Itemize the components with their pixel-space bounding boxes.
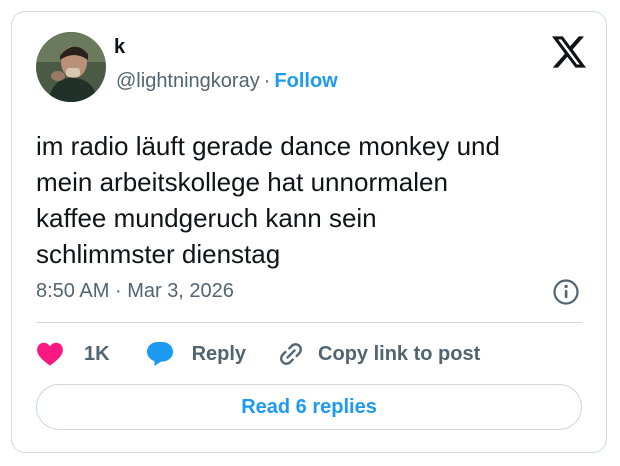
info-icon[interactable] — [552, 278, 580, 306]
author-handle-row: @lightningkoray · Follow — [116, 70, 338, 93]
tweet-time[interactable]: 8:50 AM — [36, 280, 109, 302]
tweet-card: k @lightningkoray · Follow im radio läuft … — [11, 11, 607, 453]
tweet-meta: 8:50 AM · Mar 3, 2026 — [36, 280, 234, 303]
read-replies-button[interactable]: Read 6 replies — [36, 384, 582, 430]
avatar[interactable] — [36, 32, 106, 102]
x-logo-icon[interactable] — [552, 36, 586, 68]
tweet-date[interactable]: Mar 3, 2026 — [127, 280, 234, 302]
avatar-image — [36, 32, 106, 102]
tweet-text: im radio läuft gerade dance monkey und m… — [36, 128, 588, 272]
tweet-text-line: kaffee mundgeruch kann sein — [36, 203, 377, 233]
tweet-text-line: mein arbeitskollege hat unnormalen — [36, 167, 448, 197]
handle-separator: · — [263, 70, 271, 92]
copy-link-label: Copy link to post — [318, 342, 481, 365]
author-handle[interactable]: @lightningkoray — [116, 70, 260, 92]
follow-button[interactable]: Follow — [274, 70, 337, 92]
copy-link-button[interactable]: Copy link to post — [278, 341, 480, 367]
link-icon — [280, 343, 302, 365]
meta-separator: · — [114, 280, 122, 302]
divider — [36, 322, 582, 323]
tweet-text-line: im radio läuft gerade dance monkey und — [36, 131, 500, 161]
like-count: 1K — [84, 342, 110, 365]
reply-label: Reply — [191, 342, 247, 365]
reply-button[interactable]: Reply — [146, 341, 246, 367]
author-display-name[interactable]: k — [114, 36, 125, 59]
read-replies-label: Read 6 replies — [241, 395, 377, 418]
heart-icon — [37, 342, 63, 366]
speech-bubble-icon — [146, 342, 173, 366]
action-bar: 1K Reply Copy link to post — [36, 338, 480, 370]
like-button[interactable]: 1K — [36, 342, 110, 366]
tweet-text-line: schlimmster dienstag — [36, 239, 281, 269]
